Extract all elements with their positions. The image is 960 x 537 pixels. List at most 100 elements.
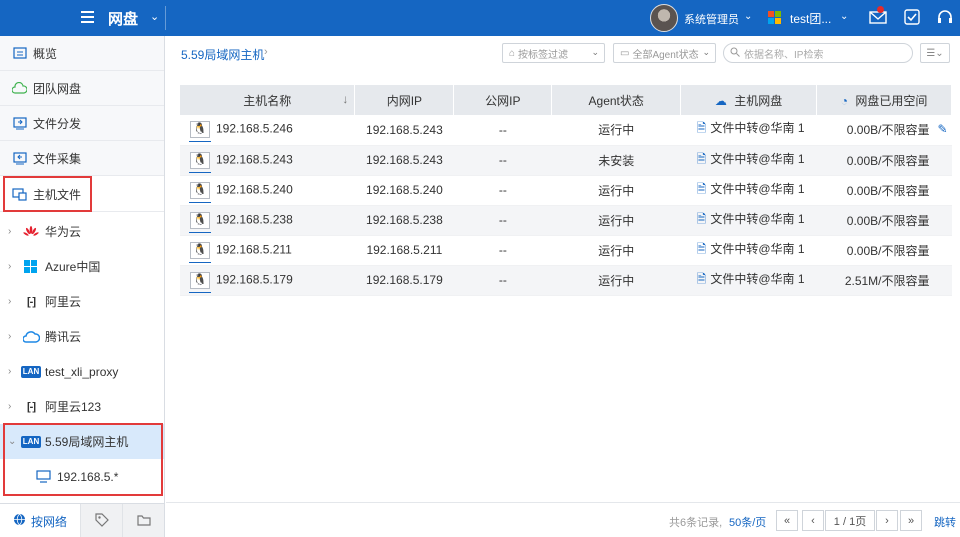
- cell-host-drive[interactable]: 🗎 文件中转@华南 1: [680, 265, 817, 296]
- cell-host-name[interactable]: 🐧 192.168.5.246: [180, 115, 355, 146]
- tree-node-test-xli-proxy[interactable]: › LAN test_xli_proxy: [0, 354, 164, 389]
- aliyun-icon: [-]: [27, 400, 36, 413]
- col-public-ip[interactable]: 公网IP: [453, 85, 553, 115]
- total-records: 共6条记录,: [669, 517, 723, 529]
- cell-agent-status: 运行中: [551, 175, 681, 206]
- tenant-logo-icon: [768, 11, 781, 24]
- tree-node-label: 腾讯云: [45, 330, 82, 344]
- sidebar-item-file-distribute[interactable]: 文件分发: [0, 106, 164, 141]
- tree-node-aliyun[interactable]: › [-] 阿里云: [0, 284, 164, 319]
- tab-by-folder[interactable]: [122, 504, 164, 537]
- cell-agent-status: 运行中: [551, 235, 681, 266]
- tenant-menu-chevron-icon[interactable]: ⌄: [840, 11, 848, 22]
- user-menu-chevron-icon[interactable]: ⌄: [744, 11, 752, 22]
- cell-host-name[interactable]: 🐧 192.168.5.211: [180, 235, 355, 266]
- expand-arrow-icon[interactable]: ›: [8, 366, 22, 377]
- table-row[interactable]: 🐧 192.168.5.238 192.168.5.238 -- 运行中 🗎 文件中转@华南…: [180, 205, 952, 236]
- table-row[interactable]: 🐧 192.168.5.179 192.168.5.179 -- 运行中 🗎 文件中转@华南…: [180, 265, 952, 296]
- next-page-button[interactable]: ›: [876, 510, 898, 531]
- cell-host-name[interactable]: 🐧 192.168.5.238: [180, 205, 355, 236]
- agent-status-select[interactable]: ▭ 全部Agent状态 ⌄: [613, 43, 716, 63]
- search-input[interactable]: 依据名称、IP检索: [723, 43, 913, 63]
- breadcrumb-chevron-icon: ›: [264, 46, 268, 58]
- cell-used-space: 0.00B/不限容量 ✎: [816, 115, 952, 146]
- sort-arrow-icon[interactable]: ↓: [342, 92, 348, 106]
- sidebar-item-file-collect[interactable]: 文件采集: [0, 141, 164, 176]
- col-host-drive[interactable]: ☁ 主机网盘: [680, 85, 818, 115]
- table-row[interactable]: 🐧 192.168.5.243 192.168.5.243 -- 未安装 🗎 文件中转@华南…: [180, 145, 952, 176]
- collect-icon: [12, 151, 27, 166]
- page-size-select[interactable]: 50条/页: [729, 514, 766, 530]
- breadcrumb[interactable]: 5.59局域网主机: [181, 46, 264, 63]
- linux-penguin-icon: 🐧: [189, 121, 211, 143]
- table-row[interactable]: 🐧 192.168.5.246 192.168.5.243 -- 运行中 🗎 文件中转@华南…: [180, 115, 952, 146]
- tab-by-network[interactable]: 按网络: [0, 504, 80, 537]
- first-page-button[interactable]: «: [776, 510, 798, 531]
- sidebar-item-label: 团队网盘: [33, 81, 82, 96]
- app-title[interactable]: 网盘: [108, 8, 138, 29]
- col-host-name[interactable]: 主机名称 ↓: [180, 85, 356, 115]
- col-used-space[interactable]: ◔ 网盘已用空间: [816, 85, 952, 115]
- col-private-ip[interactable]: 内网IP: [354, 85, 455, 115]
- tree-node-huawei[interactable]: › 华为云: [0, 214, 164, 249]
- huawei-icon: [22, 225, 40, 239]
- tree-node-label: test_xli_proxy: [45, 364, 119, 379]
- tree-node-aliyun123[interactable]: › [-] 阿里云123: [0, 389, 164, 424]
- overview-icon: [12, 46, 27, 61]
- cell-public-ip: --: [453, 205, 552, 236]
- sidebar-item-team-drive[interactable]: 团队网盘: [0, 71, 164, 106]
- column-header-label: 主机名称: [243, 93, 292, 108]
- cell-host-drive[interactable]: 🗎 文件中转@华南 1: [680, 175, 817, 206]
- tree-node-label: Azure中国: [45, 260, 101, 274]
- headset-icon[interactable]: [935, 8, 955, 26]
- cell-used-space: 2.51M/不限容量: [816, 265, 952, 296]
- tenant-name[interactable]: test团...: [790, 10, 831, 27]
- expand-arrow-icon[interactable]: ›: [8, 296, 22, 307]
- prev-page-button[interactable]: ‹: [802, 510, 824, 531]
- host-name-text: 192.168.5.243: [216, 152, 293, 167]
- cell-private-ip: 192.168.5.211: [354, 235, 454, 266]
- expand-arrow-icon[interactable]: ›: [8, 226, 22, 237]
- table-header-row: 主机名称 ↓ 内网IP 公网IP Agent状态 ☁ 主机网盘 ◔ 网盘已用空间: [180, 85, 952, 115]
- expand-arrow-icon[interactable]: ›: [8, 261, 22, 272]
- tag-filter-select[interactable]: ⌂ 按标签过滤 ⌄: [502, 43, 605, 63]
- cell-host-drive[interactable]: 🗎 文件中转@华南 1: [680, 145, 817, 176]
- cell-host-drive[interactable]: 🗎 文件中转@华南 1: [680, 235, 817, 266]
- drive-name-text: 文件中转@华南 1: [710, 121, 805, 136]
- last-page-button[interactable]: »: [900, 510, 922, 531]
- tree-node-azure[interactable]: › Azure中国: [0, 249, 164, 284]
- edit-icon[interactable]: ✎: [937, 122, 947, 136]
- user-name[interactable]: 系统管理员: [684, 11, 739, 27]
- tree-node-tencent[interactable]: › 腾讯云: [0, 319, 164, 354]
- table-row[interactable]: 🐧 192.168.5.240 192.168.5.240 -- 运行中 🗎 文件中转@华南…: [180, 175, 952, 206]
- folder-icon: [136, 514, 151, 529]
- col-agent-status[interactable]: Agent状态: [551, 85, 682, 115]
- used-space-text: 0.00B/不限容量: [846, 183, 930, 198]
- tab-label: 按网络: [30, 514, 67, 529]
- hamburger-menu-icon[interactable]: [78, 8, 98, 28]
- cell-host-name[interactable]: 🐧 192.168.5.240: [180, 175, 355, 206]
- azure-icon: [22, 259, 40, 274]
- cell-host-drive[interactable]: 🗎 文件中转@华南 1: [680, 205, 817, 236]
- drive-name-text: 文件中转@华南 1: [710, 241, 805, 256]
- cell-host-name[interactable]: 🐧 192.168.5.243: [180, 145, 355, 176]
- sort-menu-button[interactable]: ☰⌄: [920, 43, 950, 63]
- task-check-icon[interactable]: [902, 8, 922, 26]
- sidebar-item-overview[interactable]: 概览: [0, 36, 164, 71]
- globe-icon: [13, 513, 26, 529]
- cell-private-ip: 192.168.5.240: [354, 175, 454, 206]
- cell-private-ip: 192.168.5.243: [354, 115, 454, 146]
- tab-by-tag[interactable]: [80, 504, 122, 537]
- host-name-text: 192.168.5.246: [216, 121, 293, 136]
- topbar-divider: [165, 6, 166, 30]
- lan-badge: LAN: [20, 365, 42, 378]
- avatar[interactable]: [650, 4, 678, 32]
- expand-arrow-icon[interactable]: ›: [8, 401, 22, 412]
- jump-link[interactable]: 跳转: [934, 514, 956, 530]
- expand-arrow-icon[interactable]: ›: [8, 331, 22, 342]
- app-switch-chevron-icon[interactable]: ⌄: [150, 10, 159, 23]
- cell-host-drive[interactable]: 🗎 文件中转@华南 1: [680, 115, 817, 146]
- page-indicator[interactable]: 1 / 1页: [825, 510, 875, 531]
- cell-host-name[interactable]: 🐧 192.168.5.179: [180, 265, 355, 296]
- table-row[interactable]: 🐧 192.168.5.211 192.168.5.211 -- 运行中 🗎 文件中转@华南…: [180, 235, 952, 266]
